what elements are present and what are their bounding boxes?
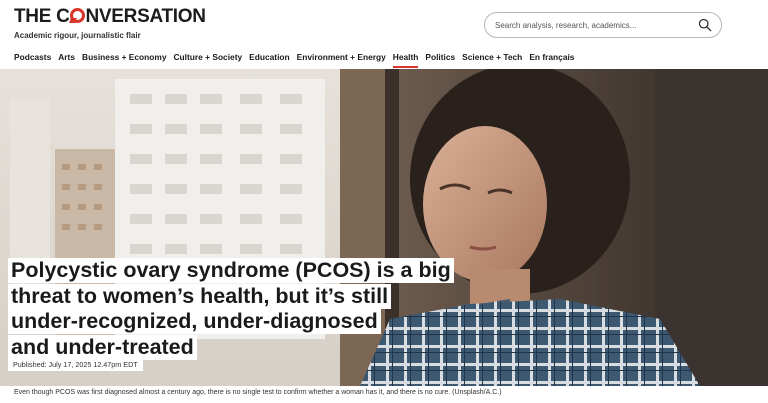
nav-item-podcasts[interactable]: Podcasts [14,52,51,62]
headline-text: threat to women’s health, but it’s still [8,283,392,309]
headline-line: and under-treated [8,334,454,361]
headline-line: Polycystic ovary syndrome (PCOS) is a bi… [8,258,454,284]
headline-line: under-recognized, under-diagnosed [8,309,454,335]
nav-item-en-francais[interactable]: En français [529,52,574,62]
nav-item-health[interactable]: Health [392,52,418,68]
nav-item-business-economy[interactable]: Business + Economy [82,52,166,62]
search-icon[interactable] [698,18,712,32]
nav-item-environment-energy[interactable]: Environment + Energy [297,52,386,62]
image-caption: Even though PCOS was first diagnosed alm… [14,389,502,396]
nav-item-education[interactable]: Education [249,52,289,62]
headline-text: Polycystic ovary syndrome (PCOS) is a bi… [8,258,454,283]
headline-line: threat to women’s health, but it’s still [8,283,454,310]
nav-item-politics[interactable]: Politics [425,52,455,62]
nav-item-culture-society[interactable]: Culture + Society [174,52,243,62]
headline-text: and under-treated [8,334,197,360]
logo-text-prefix: THE C [14,6,70,27]
headline-text: under-recognized, under-diagnosed [8,309,381,334]
logo-speech-bubble-icon [70,8,86,23]
article-headline: Polycystic ovary syndrome (PCOS) is a bi… [8,258,454,360]
section-nav: Podcasts Arts Business + Economy Culture… [14,52,581,68]
search-box[interactable] [484,12,722,38]
nav-item-science-tech[interactable]: Science + Tech [462,52,522,62]
site-logo[interactable]: THE C NVERSATION [14,6,206,28]
logo-text-suffix: NVERSATION [85,6,206,27]
published-date: Published: July 17, 2025 12.47pm EDT [8,358,143,371]
nav-item-arts[interactable]: Arts [58,52,75,62]
site-tagline: Academic rigour, journalistic flair [14,31,141,40]
search-input[interactable] [495,18,690,33]
